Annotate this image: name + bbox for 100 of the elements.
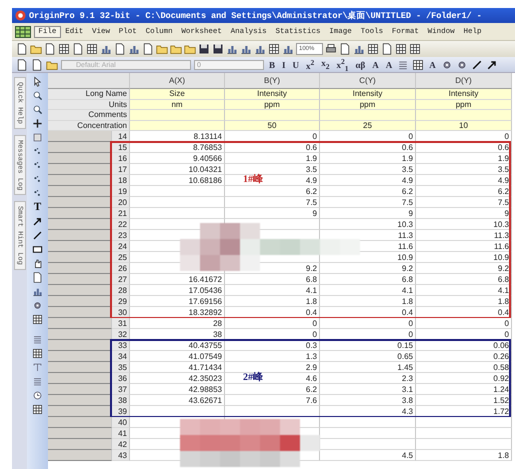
column-header[interactable]: A(X): [130, 73, 225, 89]
table-cell: 4.1: [225, 285, 320, 296]
table-cell: 1.52: [416, 395, 512, 406]
format-button[interactable]: B: [267, 60, 278, 70]
row-number[interactable]: 40: [112, 417, 130, 428]
table-cell: 6.8: [416, 274, 512, 285]
font-color-button[interactable]: A: [427, 60, 438, 70]
row-label: Comments: [48, 110, 130, 120]
table-cell: 10.3: [320, 219, 416, 230]
row-label: Long Name: [48, 89, 130, 100]
format-button[interactable]: U: [290, 60, 302, 70]
table-cell: 1.24: [416, 384, 512, 395]
table-cell: 9.2: [320, 263, 416, 274]
row-number[interactable]: 36: [112, 373, 130, 384]
table-cell: Intensity: [225, 89, 320, 100]
window-title: OriginPro 9.1 32-bit - C:\Documents and Settings\Administrator\桌面\UNTITLED - /Folder1/ -: [29, 10, 482, 22]
column-header[interactable]: D(Y): [416, 73, 512, 89]
table-cell: 2.3: [320, 373, 416, 384]
table-cell: 1.9: [225, 153, 320, 164]
format-button[interactable]: A: [370, 60, 381, 70]
table-cell: 6.2: [416, 186, 512, 197]
row-label: Concentration: [48, 120, 130, 131]
table-cell: 0.26: [416, 351, 512, 362]
table-cell: 11.6: [416, 241, 512, 252]
table-cell: 42.35023: [130, 373, 225, 384]
row-number[interactable]: 30: [112, 307, 130, 318]
row-number[interactable]: 37: [112, 384, 130, 395]
peak-label: 2#峰: [243, 372, 263, 383]
row-number[interactable]: 22: [112, 219, 130, 230]
table-cell: 6.2: [225, 384, 320, 395]
table-cell: 0.92: [416, 373, 512, 384]
row-number[interactable]: 18: [112, 175, 130, 186]
row-number[interactable]: 23: [112, 230, 130, 241]
row-number[interactable]: 20: [112, 197, 130, 208]
table-cell: 4.9: [416, 175, 512, 186]
table-cell: Intensity: [320, 89, 416, 100]
table-cell: 3.5: [416, 164, 512, 175]
row-number[interactable]: 42: [112, 439, 130, 450]
table-cell: 3.8: [320, 395, 416, 406]
table-cell: 9: [320, 208, 416, 219]
table-cell: 9: [416, 208, 512, 219]
table-cell: 10.9: [416, 252, 512, 263]
format-button[interactable]: x$_{2}$: [319, 58, 332, 71]
table-cell: 50: [225, 120, 320, 131]
row-number[interactable]: 17: [112, 164, 130, 175]
row-number[interactable]: 32: [112, 329, 130, 340]
table-cell: 10.04321: [130, 164, 225, 175]
table-cell: 1.8: [225, 296, 320, 307]
row-number[interactable]: 28: [112, 285, 130, 296]
table-cell: 3.1: [320, 384, 416, 395]
table-cell: 11.3: [416, 230, 512, 241]
table-cell: 4.5: [320, 450, 416, 461]
format-button[interactable]: αβ: [354, 60, 368, 70]
table-cell: 1.9: [320, 153, 416, 164]
format-button[interactable]: x$^{2}$: [304, 58, 316, 71]
row-number[interactable]: 43: [112, 450, 130, 461]
row-number[interactable]: 19: [112, 186, 130, 197]
row-number[interactable]: 41: [112, 428, 130, 439]
table-cell: ppm: [320, 100, 416, 110]
table-cell: 1.3: [225, 351, 320, 362]
row-number[interactable]: 38: [112, 395, 130, 406]
table-cell: 7.5: [320, 197, 416, 208]
table-cell: 0: [225, 318, 320, 329]
table-cell: nm: [130, 100, 225, 110]
row-number[interactable]: 21: [112, 208, 130, 219]
table-cell: ppm: [416, 100, 512, 110]
row-number[interactable]: 26: [112, 263, 130, 274]
table-cell: 1.45: [320, 362, 416, 373]
table-cell: 41.71434: [130, 362, 225, 373]
row-number[interactable]: 14: [112, 131, 130, 142]
table-cell: 8.76853: [130, 142, 225, 153]
table-cell: Size: [130, 89, 225, 100]
format-button[interactable]: A: [384, 60, 394, 70]
column-header[interactable]: B(Y): [225, 73, 320, 89]
table-cell: 7.5: [225, 197, 320, 208]
format-button[interactable]: I: [280, 60, 288, 70]
row-number[interactable]: 31: [112, 318, 130, 329]
table-cell: Intensity: [416, 89, 512, 100]
table-cell: 0: [416, 318, 512, 329]
row-number[interactable]: 25: [112, 252, 130, 263]
row-number[interactable]: 39: [112, 406, 130, 417]
row-number[interactable]: 33: [112, 340, 130, 351]
table-cell: 9.2: [416, 263, 512, 274]
row-number[interactable]: 34: [112, 351, 130, 362]
row-number[interactable]: 35: [112, 362, 130, 373]
table-cell: 28: [130, 318, 225, 329]
row-number[interactable]: 16: [112, 153, 130, 164]
table-cell: 3.5: [225, 164, 320, 175]
row-number[interactable]: 15: [112, 142, 130, 153]
table-cell: 7.5: [416, 197, 512, 208]
row-number[interactable]: 27: [112, 274, 130, 285]
text-tool[interactable]: T: [34, 202, 42, 213]
table-cell: 16.41672: [130, 274, 225, 285]
table-cell: 41.07549: [130, 351, 225, 362]
table-cell: 25: [320, 120, 416, 131]
table-cell: 10.3: [416, 219, 512, 230]
row-number[interactable]: 24: [112, 241, 130, 252]
row-number[interactable]: 29: [112, 296, 130, 307]
column-header[interactable]: C(Y): [320, 73, 416, 89]
table-cell: 0.3: [225, 340, 320, 351]
